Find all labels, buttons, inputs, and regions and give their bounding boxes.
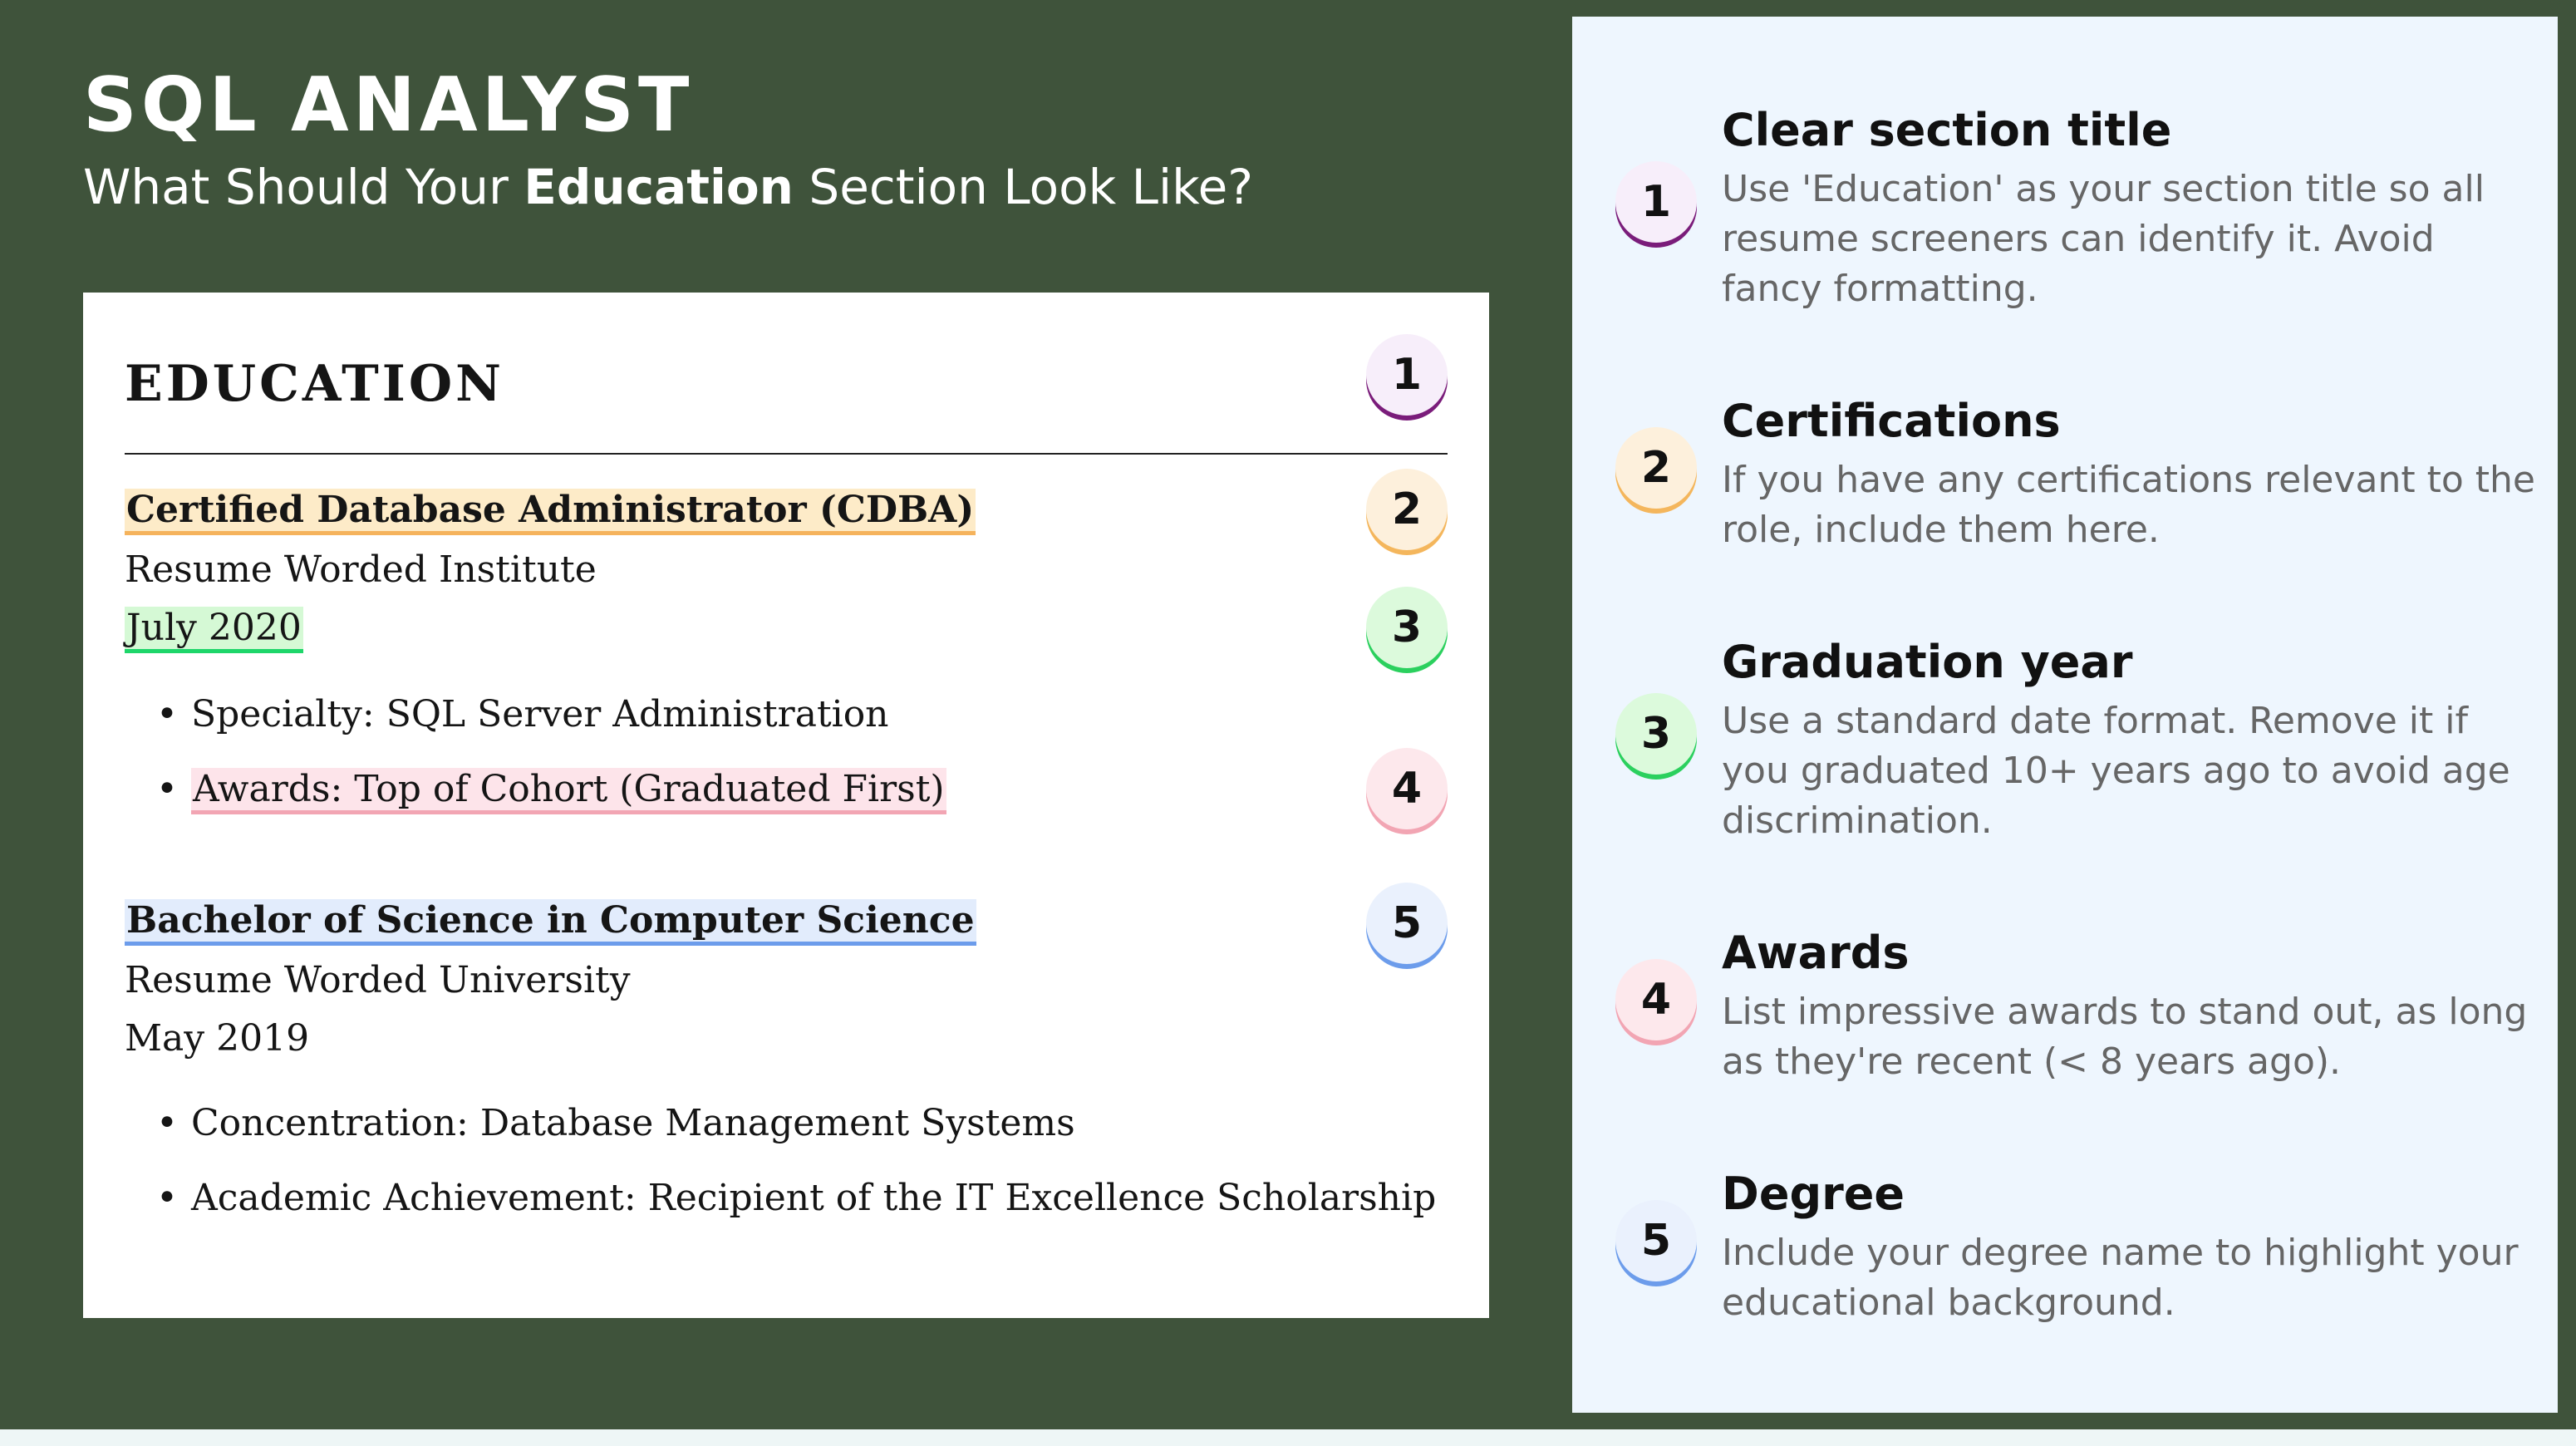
tip-title: Certifications — [1722, 395, 2061, 447]
list-item: Concentration: Database Management Syste… — [156, 1103, 1075, 1144]
bottom-strip — [0, 1429, 2576, 1446]
tip-description: If you have any certifications relevant … — [1722, 459, 2535, 551]
badge-5: 5 — [1366, 883, 1448, 964]
degree-title: Bachelor of Science in Computer Science — [125, 899, 976, 946]
subtitle-after: Section Look Like? — [793, 159, 1254, 215]
badge-2: 2 — [1366, 469, 1448, 550]
tip-description: Use a standard date format. Remove it if… — [1722, 700, 2510, 842]
tips-panel: 1 Clear section title Use 'Education' as… — [1572, 17, 2558, 1413]
subtitle-bold: Education — [524, 159, 794, 215]
resume-card: EDUCATION Certified Database Administrat… — [83, 293, 1489, 1318]
page-title: SQL ANALYST — [83, 61, 694, 149]
institution: Resume Worded Institute — [125, 548, 597, 591]
tip-description: Include your degree name to highlight yo… — [1722, 1232, 2519, 1324]
graduation-date-text: July 2020 — [125, 607, 303, 653]
tip-badge-4: 4 — [1615, 959, 1697, 1040]
degree-title: Certified Database Administrator (CDBA) — [125, 489, 976, 535]
award-text: Awards: Top of Cohort (Graduated First) — [191, 768, 946, 814]
tip-badge-5: 5 — [1615, 1200, 1697, 1281]
list-item: Awards: Top of Cohort (Graduated First) — [156, 768, 946, 814]
graduation-date: July 2020 — [125, 607, 303, 653]
tip-title: Degree — [1722, 1168, 1905, 1220]
education-heading: EDUCATION — [125, 355, 504, 413]
degree-title-text: Certified Database Administrator (CDBA) — [125, 489, 976, 535]
tip-title: Graduation year — [1722, 636, 2133, 688]
badge-4: 4 — [1366, 748, 1448, 829]
badge-1: 1 — [1366, 334, 1448, 416]
heading-divider — [125, 453, 1448, 455]
tip-description: List impressive awards to stand out, as … — [1722, 991, 2528, 1083]
tip-badge-2: 2 — [1615, 427, 1697, 509]
institution: Resume Worded University — [125, 959, 631, 1001]
list-item: Academic Achievement: Recipient of the I… — [156, 1178, 1436, 1219]
tip-badge-1: 1 — [1615, 161, 1697, 243]
list-item: Specialty: SQL Server Administration — [156, 694, 889, 735]
subtitle-before: What Should Your — [83, 159, 524, 215]
tip-description: Use 'Education' as your section title so… — [1722, 168, 2485, 310]
tip-badge-3: 3 — [1615, 693, 1697, 775]
badge-3: 3 — [1366, 587, 1448, 668]
graduation-date: May 2019 — [125, 1017, 310, 1060]
tip-title: Clear section title — [1722, 104, 2172, 156]
degree-title-text: Bachelor of Science in Computer Science — [125, 899, 976, 946]
page-subtitle: What Should Your Education Section Look … — [83, 163, 1253, 211]
tip-title: Awards — [1722, 927, 1910, 979]
